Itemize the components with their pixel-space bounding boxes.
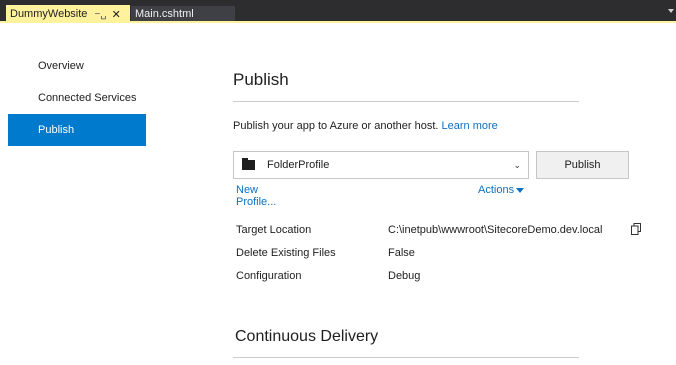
copy-icon[interactable] — [631, 223, 641, 235]
page-title: Publish — [233, 70, 289, 89]
tab-label: DummyWebsite — [10, 8, 88, 20]
caret-down-icon — [516, 187, 525, 193]
tab-main-cshtml[interactable]: Main.cshtml — [131, 6, 235, 21]
nav-item-label: Connected Services — [38, 92, 137, 104]
nav-item-connected-services[interactable]: Connected Services — [8, 82, 146, 114]
tab-accent-line — [0, 21, 676, 23]
property-label: Configuration — [236, 270, 302, 282]
profile-select[interactable]: FolderProfile ⌄ — [233, 151, 529, 179]
section-title: Continuous Delivery — [235, 328, 379, 345]
publish-description: Publish your app to Azure or another hos… — [233, 120, 498, 132]
profile-select-value: FolderProfile — [267, 159, 330, 171]
actions-menu[interactable]: Actions — [478, 184, 525, 196]
learn-more-link[interactable]: Learn more — [442, 120, 498, 132]
chevron-down-icon: ⌄ — [513, 160, 521, 170]
actions-label: Actions — [478, 184, 515, 196]
property-label: Delete Existing Files — [236, 247, 336, 259]
nav-item-label: Overview — [38, 60, 84, 72]
tab-dropdown-icon[interactable] — [668, 9, 674, 13]
property-value: C:\inetpub\wwwroot\SitecoreDemo.dev.loca… — [388, 224, 603, 236]
publish-button[interactable]: Publish — [536, 151, 629, 179]
tab-label: Main.cshtml — [135, 7, 194, 20]
folder-icon — [242, 158, 255, 170]
section-divider — [233, 357, 579, 358]
left-nav: Overview Connected Services Publish — [8, 50, 146, 146]
pin-icon[interactable]: −␣ — [94, 9, 106, 20]
nav-item-label: Publish — [38, 124, 75, 136]
nav-item-overview[interactable]: Overview — [8, 50, 146, 82]
description-text: Publish your app to Azure or another hos… — [233, 120, 439, 132]
title-divider — [233, 101, 579, 102]
property-value: False — [388, 247, 415, 259]
close-icon[interactable]: ✕ — [112, 8, 121, 21]
new-profile-link[interactable]: New Profile... — [236, 184, 276, 208]
nav-item-publish[interactable]: Publish — [8, 114, 146, 146]
property-value: Debug — [388, 270, 421, 282]
property-label: Target Location — [236, 224, 312, 236]
